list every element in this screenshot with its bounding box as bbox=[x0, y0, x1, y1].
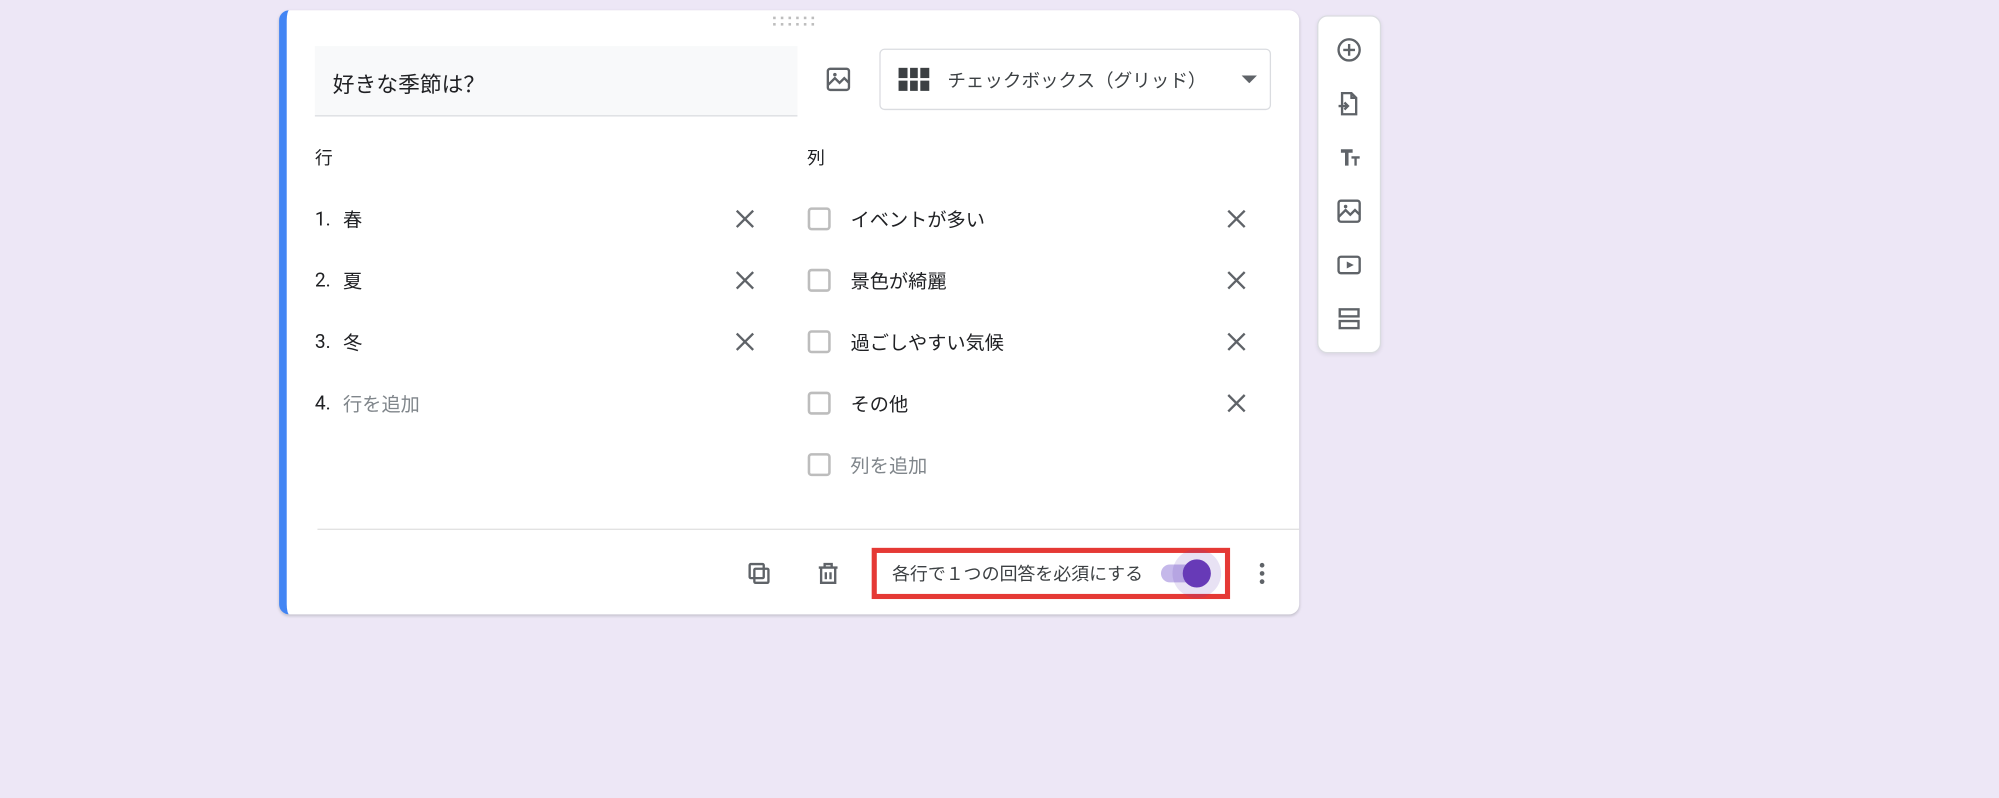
row-text[interactable]: 夏 bbox=[343, 267, 730, 294]
column-item[interactable]: 過ごしやすい気候 bbox=[807, 311, 1261, 372]
add-video-button[interactable] bbox=[1324, 242, 1375, 288]
row-item[interactable]: 2. 夏 bbox=[315, 250, 769, 311]
question-type-select[interactable]: チェックボックス（グリッド） bbox=[879, 49, 1271, 110]
add-image-button[interactable] bbox=[823, 64, 854, 95]
question-card: チェックボックス（グリッド） 行 1. 春 2. 夏 bbox=[279, 10, 1299, 614]
row-item[interactable]: 3. 冬 bbox=[315, 311, 769, 372]
remove-row-button[interactable] bbox=[730, 266, 768, 294]
question-type-label: チェックボックス（グリッド） bbox=[947, 66, 1223, 93]
column-text[interactable]: その他 bbox=[851, 390, 1223, 417]
column-item[interactable]: その他 bbox=[807, 372, 1261, 433]
row-number: 4. bbox=[315, 392, 343, 415]
delete-button[interactable] bbox=[802, 548, 853, 599]
remove-column-button[interactable] bbox=[1222, 266, 1260, 294]
required-toggle[interactable] bbox=[1161, 564, 1207, 582]
more-options-button[interactable] bbox=[1248, 559, 1276, 587]
rows-column: 行 1. 春 2. 夏 3. 冬 bbox=[315, 145, 769, 496]
side-toolbar bbox=[1317, 15, 1381, 353]
column-text[interactable]: 過ごしやすい気候 bbox=[851, 328, 1223, 355]
column-text[interactable]: 景色が綺麗 bbox=[851, 267, 1223, 294]
add-image-toolbar-button[interactable] bbox=[1324, 188, 1375, 234]
required-highlight: 各行で１つの回答を必須にする bbox=[872, 548, 1231, 599]
remove-column-button[interactable] bbox=[1222, 389, 1260, 417]
checkbox-icon bbox=[807, 330, 830, 353]
duplicate-button[interactable] bbox=[733, 548, 784, 599]
checkbox-icon bbox=[807, 207, 830, 230]
drag-handle[interactable] bbox=[772, 17, 813, 26]
required-label: 各行で１つの回答を必須にする bbox=[892, 561, 1143, 587]
add-column-placeholder[interactable]: 列を追加 bbox=[851, 451, 1261, 478]
columns-header: 列 bbox=[807, 145, 1261, 171]
add-column[interactable]: 列を追加 bbox=[807, 434, 1261, 495]
rows-header: 行 bbox=[315, 145, 769, 171]
checkbox-icon bbox=[807, 453, 830, 476]
remove-row-button[interactable] bbox=[730, 205, 768, 233]
row-text[interactable]: 冬 bbox=[343, 328, 730, 355]
row-number: 1. bbox=[315, 207, 343, 230]
remove-row-button[interactable] bbox=[730, 328, 768, 356]
dropdown-caret-icon bbox=[1242, 76, 1257, 84]
remove-column-button[interactable] bbox=[1222, 328, 1260, 356]
columns-column: 列 イベントが多い 景色が綺麗 過ごしやす bbox=[807, 145, 1261, 496]
add-title-button[interactable] bbox=[1324, 134, 1375, 180]
row-text[interactable]: 春 bbox=[343, 205, 730, 232]
row-number: 2. bbox=[315, 269, 343, 292]
column-item[interactable]: 景色が綺麗 bbox=[807, 250, 1261, 311]
checkbox-icon bbox=[807, 269, 830, 292]
add-row-placeholder[interactable]: 行を追加 bbox=[343, 390, 769, 417]
question-title-input[interactable] bbox=[315, 46, 798, 116]
column-item[interactable]: イベントが多い bbox=[807, 188, 1261, 249]
add-row[interactable]: 4. 行を追加 bbox=[315, 372, 769, 433]
add-section-button[interactable] bbox=[1324, 296, 1375, 342]
remove-column-button[interactable] bbox=[1222, 205, 1260, 233]
add-question-button[interactable] bbox=[1324, 27, 1375, 73]
column-text[interactable]: イベントが多い bbox=[851, 205, 1223, 232]
checkbox-grid-icon bbox=[899, 68, 930, 91]
question-footer: 各行で１つの回答を必須にする bbox=[317, 529, 1299, 599]
checkbox-icon bbox=[807, 392, 830, 415]
row-number: 3. bbox=[315, 330, 343, 353]
import-questions-button[interactable] bbox=[1324, 81, 1375, 127]
row-item[interactable]: 1. 春 bbox=[315, 188, 769, 249]
